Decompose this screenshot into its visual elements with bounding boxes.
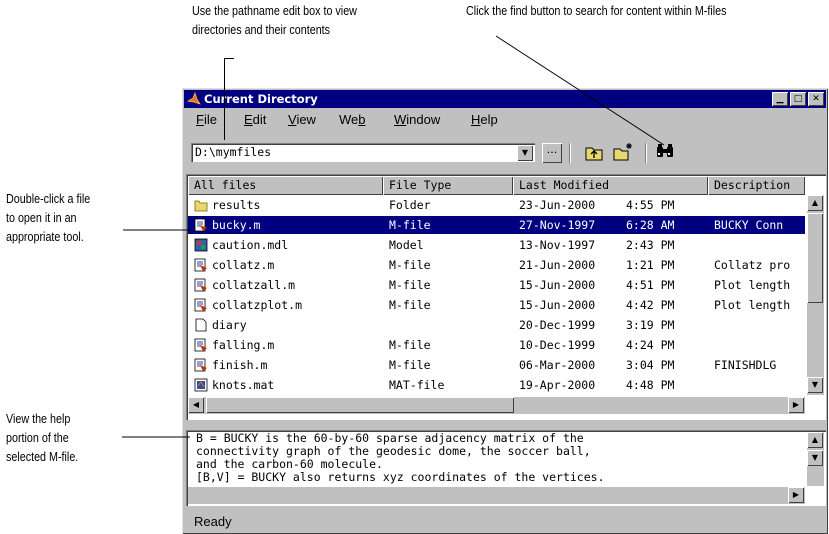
callout-leader-lines	[122, 35, 665, 438]
